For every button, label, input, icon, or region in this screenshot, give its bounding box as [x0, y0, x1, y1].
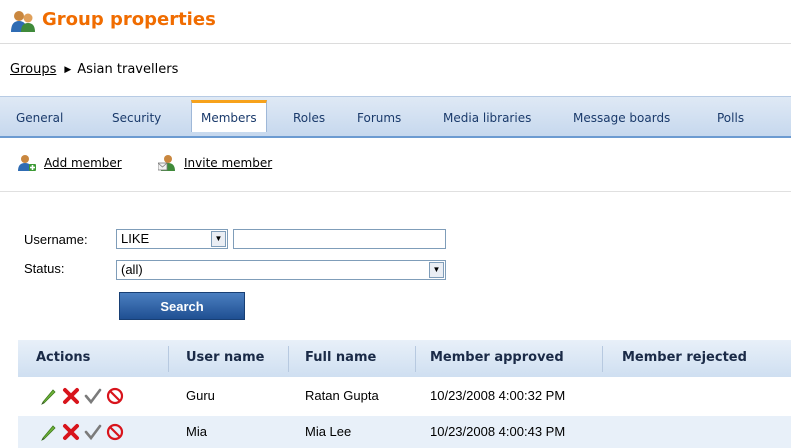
add-member-button[interactable]: Add member	[18, 154, 138, 176]
breadcrumb-current: Asian travellers	[77, 62, 179, 77]
reject-ban-icon[interactable]	[106, 387, 124, 405]
tab-forums[interactable]: Forums	[357, 105, 401, 131]
status-select[interactable]: (all) ▼	[116, 260, 446, 280]
search-button[interactable]: Search	[119, 292, 245, 320]
username-input[interactable]	[233, 229, 446, 249]
users-group-icon	[11, 11, 35, 32]
delete-x-icon[interactable]	[62, 387, 80, 405]
cell-full-name: Ratan Gupta	[305, 388, 379, 403]
invite-member-label: Invite member	[184, 156, 273, 170]
tab-members[interactable]: Members	[191, 100, 267, 132]
username-label: Username:	[24, 232, 88, 247]
tab-bar: General Security Members Roles Forums Me…	[0, 96, 791, 138]
chevron-down-icon: ▼	[211, 231, 226, 247]
breadcrumb-groups-link[interactable]: Groups	[10, 62, 56, 77]
cell-member-approved: 10/23/2008 4:00:32 PM	[430, 388, 566, 403]
tab-general[interactable]: General	[16, 105, 63, 131]
cell-member-approved: 10/23/2008 4:00:43 PM	[430, 424, 566, 439]
status-value: (all)	[121, 262, 143, 277]
approve-check-icon[interactable]	[84, 423, 102, 441]
column-divider	[288, 346, 289, 372]
tab-roles[interactable]: Roles	[293, 105, 325, 131]
status-label: Status:	[24, 261, 65, 276]
tab-polls[interactable]: Polls	[717, 105, 744, 131]
page-header: Group properties	[0, 0, 791, 44]
cell-user-name: Guru	[186, 388, 215, 403]
column-header-actions: Actions	[36, 350, 91, 365]
username-operator-select[interactable]: LIKE ▼	[116, 229, 228, 249]
column-divider	[168, 346, 169, 372]
table-row: Guru Ratan Gupta 10/23/2008 4:00:32 PM	[18, 380, 791, 412]
column-divider	[415, 346, 416, 372]
grid-header: Actions User name Full name Member appro…	[18, 340, 791, 377]
chevron-down-icon: ▼	[429, 262, 444, 278]
page-title: Group properties	[42, 9, 216, 30]
invite-member-button[interactable]: Invite member	[158, 154, 288, 176]
column-header-member-approved[interactable]: Member approved	[430, 350, 564, 365]
column-header-member-rejected[interactable]: Member rejected	[622, 350, 747, 365]
username-operator-value: LIKE	[121, 231, 150, 246]
cell-user-name: Mia	[186, 424, 207, 439]
delete-x-icon[interactable]	[62, 423, 80, 441]
invite-user-icon	[158, 155, 175, 171]
add-user-icon	[18, 155, 36, 171]
edit-pencil-icon[interactable]	[40, 423, 58, 441]
actions-bar: Add member Invite member	[0, 148, 791, 192]
column-header-full-name[interactable]: Full name	[305, 350, 376, 365]
approve-check-icon[interactable]	[84, 387, 102, 405]
members-grid: Actions User name Full name Member appro…	[18, 340, 791, 448]
add-member-label: Add member	[44, 156, 122, 170]
reject-ban-icon[interactable]	[106, 423, 124, 441]
cell-full-name: Mia Lee	[305, 424, 352, 439]
table-row: Mia Mia Lee 10/23/2008 4:00:43 PM	[18, 416, 791, 448]
column-header-user-name[interactable]: User name	[186, 350, 264, 365]
column-divider	[602, 346, 603, 372]
edit-pencil-icon[interactable]	[40, 387, 58, 405]
breadcrumb-separator-icon: ▶	[64, 65, 72, 75]
tab-message-boards[interactable]: Message boards	[573, 105, 670, 131]
breadcrumb: Groups ▶ Asian travellers	[10, 62, 178, 77]
tab-security[interactable]: Security	[112, 105, 161, 131]
tab-media-libraries[interactable]: Media libraries	[443, 105, 531, 131]
